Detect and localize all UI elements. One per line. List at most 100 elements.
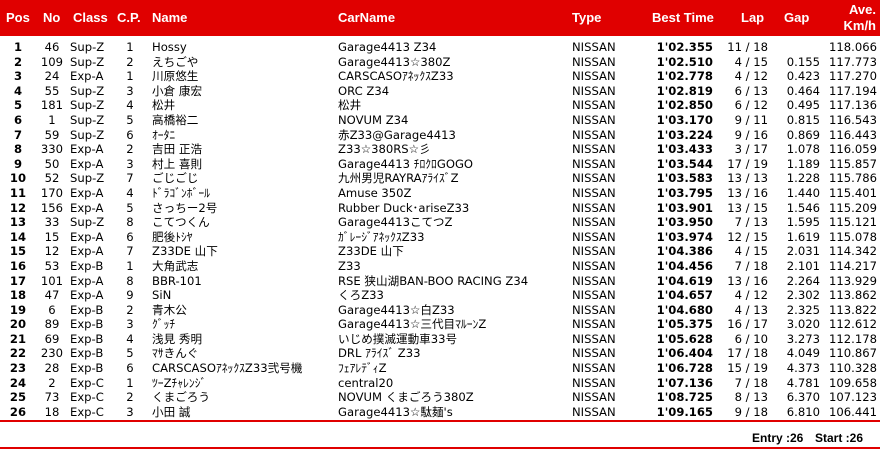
driver-name-cell: SiN xyxy=(152,288,172,303)
class-cell: Exp-C xyxy=(70,390,104,405)
type-cell: NISSAN xyxy=(572,112,616,127)
car-name-cell: Rubber Duck･ariseZ33 xyxy=(338,200,470,215)
gap-cell: 0.869 xyxy=(786,127,820,142)
table-row: 19 6 Exp-B 2 青木公 Garage4413☆白Z33 NISSAN 1'04.68… xyxy=(0,303,880,318)
entry-count: Entry :26 xyxy=(752,431,804,445)
class-cell: Sup-Z xyxy=(70,83,105,98)
class-position-cell: 3 xyxy=(126,317,134,332)
gap-cell: 1.078 xyxy=(786,142,820,157)
driver-name-cell: 小倉 康宏 xyxy=(152,83,203,98)
type-cell: NISSAN xyxy=(572,361,616,376)
lap-cell: 7 / 13 xyxy=(734,215,768,230)
lap-cell: 12 / 15 xyxy=(727,229,768,244)
average-speed-cell: 117.136 xyxy=(829,98,877,113)
average-speed-cell: 107.123 xyxy=(829,390,877,405)
pos-cell: 4 xyxy=(13,83,23,98)
driver-name-cell: 川原悠生 xyxy=(152,69,199,84)
lap-cell: 17 / 19 xyxy=(727,156,768,171)
best-time-cell: 1'07.136 xyxy=(656,375,713,390)
driver-name-cell: Hossy xyxy=(152,40,187,54)
car-number-cell: 181 xyxy=(40,98,64,113)
pos-cell: 20 xyxy=(9,317,27,332)
table-row: 17 101 Exp-A 8 BBR-101 RSE 狭山湖BAN-BOO RACING … xyxy=(0,274,880,289)
car-name-cell: central20 xyxy=(338,375,394,390)
lap-cell: 16 / 17 xyxy=(727,317,768,332)
type-cell: NISSAN xyxy=(572,98,616,113)
class-position-cell: 5 xyxy=(126,112,134,127)
lap-cell: 9 / 18 xyxy=(734,404,768,419)
car-number-cell: 24 xyxy=(44,69,60,84)
car-number-cell: 53 xyxy=(44,258,60,273)
gap-cell: 1.595 xyxy=(786,215,820,230)
driver-name-cell: ﾄﾞﾗｺﾞﾝﾎﾞｰﾙ xyxy=(152,185,210,200)
car-name-cell: Z33DE 山下 xyxy=(338,244,404,259)
type-cell: NISSAN xyxy=(572,54,616,69)
header-pos: Pos xyxy=(6,10,30,25)
pos-cell: 14 xyxy=(9,229,27,244)
best-time-cell: 1'02.510 xyxy=(656,54,713,69)
pos-cell: 9 xyxy=(13,156,23,171)
car-name-cell: Garage4413こてつZ xyxy=(338,215,453,230)
class-cell: Exp-B xyxy=(70,317,104,332)
lap-cell: 4 / 15 xyxy=(734,54,768,69)
driver-name-cell: 青木公 xyxy=(152,302,187,317)
car-name-cell: Z33☆380RS☆彡 xyxy=(338,142,431,157)
car-name-cell: RSE 狭山湖BAN-BOO RACING Z34 xyxy=(338,273,529,288)
average-speed-cell: 110.328 xyxy=(829,361,877,376)
results-table-body: 1 46 Sup-Z 1 Hossy Garage4413 Z34 NISSAN 1'02.3… xyxy=(0,40,880,419)
gap-cell: 1.546 xyxy=(786,200,820,215)
type-cell: NISSAN xyxy=(572,404,616,419)
header-carname: CarName xyxy=(338,10,396,25)
gap-cell: 0.464 xyxy=(786,83,820,98)
driver-name-cell: 大角武志 xyxy=(152,258,199,273)
car-name-cell: NOVUM Z34 xyxy=(338,112,409,127)
driver-name-cell: ｸﾞｯﾁ xyxy=(152,317,176,332)
car-name-cell: Garage4413 ﾁﾛｸﾛGOGO xyxy=(338,156,474,171)
driver-name-cell: 高橋裕二 xyxy=(152,112,199,127)
type-cell: NISSAN xyxy=(572,273,616,288)
pos-cell: 1 xyxy=(13,40,23,54)
pos-cell: 3 xyxy=(13,69,23,84)
pos-cell: 6 xyxy=(13,112,23,127)
average-speed-cell: 106.441 xyxy=(829,404,877,419)
pos-cell: 21 xyxy=(9,331,27,346)
gap-cell: 2.325 xyxy=(786,302,820,317)
best-time-cell: 1'03.974 xyxy=(656,229,713,244)
class-position-cell: 6 xyxy=(126,229,134,244)
gap-cell: 4.373 xyxy=(786,361,820,376)
header-no: No xyxy=(43,10,61,25)
lap-cell: 15 / 19 xyxy=(727,361,768,376)
pos-cell: 10 xyxy=(9,171,27,186)
class-position-cell: 1 xyxy=(126,40,134,54)
pos-cell: 13 xyxy=(9,215,27,230)
best-time-cell: 1'03.583 xyxy=(656,171,713,186)
class-cell: Sup-Z xyxy=(70,127,105,142)
class-position-cell: 5 xyxy=(126,200,134,215)
best-time-cell: 1'04.657 xyxy=(656,288,713,303)
type-cell: NISSAN xyxy=(572,331,616,346)
gap-cell: 1.228 xyxy=(786,171,820,186)
average-speed-cell: 112.178 xyxy=(829,331,877,346)
header-type: Type xyxy=(572,10,602,25)
car-name-cell: いじめ撲滅運動車33号 xyxy=(338,331,458,346)
best-time-cell: 1'02.819 xyxy=(656,83,713,98)
average-speed-cell: 113.929 xyxy=(829,273,877,288)
class-position-cell: 8 xyxy=(126,215,134,230)
driver-name-cell: さっちー2号 xyxy=(152,200,218,215)
average-speed-cell: 115.786 xyxy=(829,171,877,186)
lap-cell: 6 / 12 xyxy=(734,98,768,113)
class-cell: Exp-A xyxy=(70,185,104,200)
car-number-cell: 55 xyxy=(44,83,60,98)
class-position-cell: 1 xyxy=(126,375,134,390)
class-cell: Exp-B xyxy=(70,346,104,361)
type-cell: NISSAN xyxy=(572,288,616,303)
driver-name-cell: Z33DE 山下 xyxy=(152,244,218,259)
average-speed-cell: 115.121 xyxy=(829,215,877,230)
table-row: 13 33 Sup-Z 8 こてつくん Garage4413こてつZ NISSAN 1'03.… xyxy=(0,215,880,230)
car-number-cell: 33 xyxy=(44,215,60,230)
type-cell: NISSAN xyxy=(572,229,616,244)
average-speed-cell: 110.867 xyxy=(829,346,877,361)
gap-cell: 4.049 xyxy=(786,346,820,361)
average-speed-cell: 112.612 xyxy=(829,317,877,332)
type-cell: NISSAN xyxy=(572,142,616,157)
